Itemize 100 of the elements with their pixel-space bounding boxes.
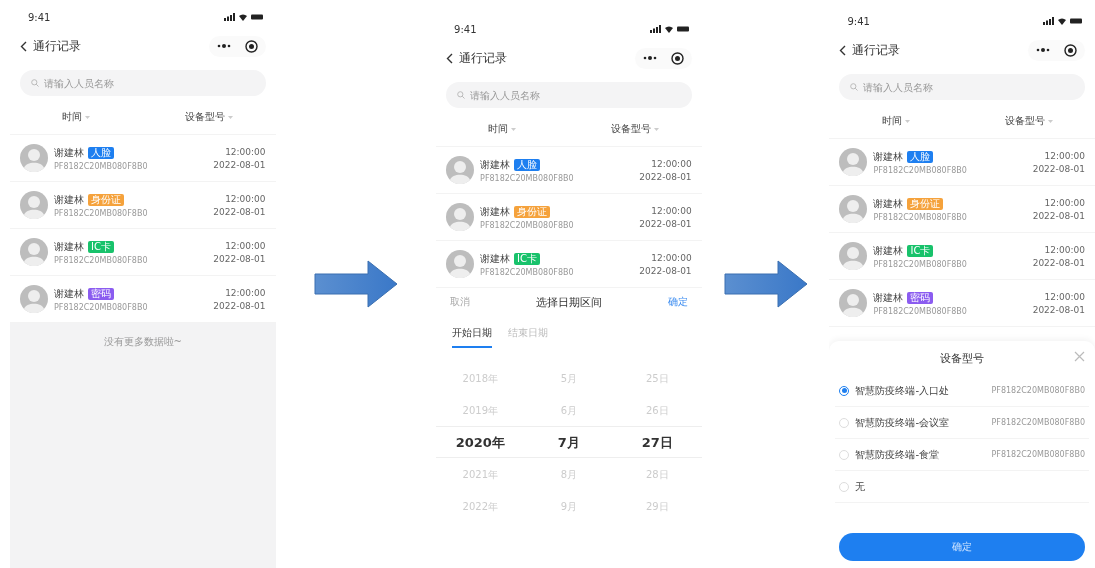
avatar-icon (446, 203, 475, 231)
caret-icon (904, 119, 910, 123)
caret-icon (85, 115, 91, 119)
close-icon (1074, 351, 1085, 362)
more-icon[interactable] (642, 56, 657, 60)
method-tag: 密码 (907, 291, 934, 304)
record-time: 12:00:00 (1044, 291, 1085, 302)
filter-dropdown[interactable]: 时间 (10, 109, 143, 125)
caret-icon (1047, 119, 1053, 123)
caret-icon (511, 127, 517, 131)
record-date: 2022-08-01 (639, 171, 692, 182)
device-id: PF8182C20MB080F8B0 (873, 212, 968, 222)
sheet-title: 选择日期区间 (535, 294, 602, 310)
record-time: 12:00:00 (225, 287, 266, 298)
record-row[interactable]: 谢建林 IC卡 PF8182C20MB080F8B0 12:00:00 2022-08-01 (829, 233, 1095, 280)
back-icon[interactable] (20, 40, 27, 52)
filter-dropdown[interactable]: 设备型号 (568, 121, 702, 137)
wheel-option[interactable]: 27日 (613, 426, 702, 458)
status-icons (649, 25, 690, 33)
avatar-icon (839, 289, 868, 317)
device-id: PF8182C20MB080F8B0 (873, 259, 968, 269)
record-row[interactable]: 谢建林 人脸 PF8182C20MB080F8B0 12:00:00 2022-08-01 (436, 147, 702, 194)
record-date: 2022-08-01 (639, 265, 692, 276)
right-arrow-icon (313, 260, 398, 308)
device-id: PF8182C20MB080F8B0 (873, 165, 968, 175)
device-id: PF8182C20MB080F8B0 (54, 208, 149, 218)
person-name: 谢建林 (873, 290, 904, 305)
method-tag: 身份证 (88, 193, 124, 206)
record-date: 2022-08-01 (1032, 304, 1085, 315)
option-label: 智慧防疫终端-会议室 (855, 415, 951, 430)
wheel-option[interactable]: 7月 (524, 426, 614, 458)
option-label: 智慧防疫终端-入口处 (855, 383, 951, 398)
status-icons (223, 13, 264, 21)
search-field[interactable]: 请输入人员名称 (839, 74, 1085, 100)
more-icon[interactable] (216, 44, 231, 48)
record-row[interactable]: 谢建林 人脸 PF8182C20MB080F8B0 12:00:00 2022-08-01 (829, 139, 1095, 186)
avatar-icon (839, 195, 868, 223)
person-name: 谢建林 (873, 243, 904, 258)
filter-dropdown[interactable]: 设备型号 (142, 109, 276, 125)
device-option[interactable]: 无 (835, 471, 1089, 503)
record-date: 2022-08-01 (1032, 257, 1085, 268)
status-icons (1043, 17, 1083, 25)
method-tag: 人脸 (907, 150, 934, 163)
method-tag: IC卡 (88, 240, 114, 253)
page-title: 通行记录 (459, 49, 509, 67)
record-date: 2022-08-01 (213, 206, 266, 217)
option-label: 智慧防疫终端-食堂 (855, 447, 941, 462)
target-icon[interactable] (1064, 43, 1077, 57)
method-tag: IC卡 (907, 244, 934, 257)
device-option[interactable]: 智慧防疫终端-会议室 PF8182C20MB080F8B0 (835, 407, 1089, 439)
method-tag: 密码 (88, 287, 114, 300)
date-tab[interactable]: 开始日期 (452, 322, 493, 348)
wheel-option[interactable]: 2020年 (436, 426, 525, 458)
search-field[interactable]: 请输入人员名称 (446, 82, 692, 108)
record-time: 12:00:00 (225, 240, 266, 251)
search-field[interactable]: 请输入人员名称 (20, 70, 266, 96)
record-time: 12:00:00 (651, 205, 692, 216)
more-icon[interactable] (1036, 48, 1050, 52)
status-time: 9:41 (28, 11, 51, 23)
right-arrow-icon (723, 260, 808, 308)
device-option[interactable]: 智慧防疫终端-入口处 PF8182C20MB080F8B0 (835, 375, 1089, 407)
device-id: PF8182C20MB080F8B0 (54, 255, 149, 265)
person-name: 谢建林 (54, 239, 84, 254)
record-row[interactable]: 谢建林 人脸 PF8182C20MB080F8B0 12:00:00 2022-08-01 (10, 135, 276, 182)
page-title: 通行记录 (852, 41, 902, 59)
record-date: 2022-08-01 (213, 253, 266, 264)
record-time: 12:00:00 (225, 146, 266, 157)
record-row[interactable]: 谢建林 身份证 PF8182C20MB080F8B0 12:00:00 2022-08-01 (10, 182, 276, 229)
target-icon[interactable] (670, 51, 684, 65)
page-title: 通行记录 (33, 37, 82, 55)
record-time: 12:00:00 (651, 252, 692, 263)
back-icon[interactable] (446, 52, 454, 64)
status-time: 9:41 (454, 23, 477, 35)
search-icon (850, 83, 859, 91)
avatar-icon (20, 144, 48, 172)
avatar-icon (446, 156, 475, 184)
caret-icon (228, 115, 234, 119)
person-name: 谢建林 (480, 251, 511, 266)
filter-dropdown[interactable]: 设备型号 (962, 113, 1095, 129)
avatar-icon (20, 191, 48, 219)
record-date: 2022-08-01 (1032, 163, 1085, 174)
back-icon[interactable] (839, 44, 847, 56)
filter-dropdown[interactable]: 时间 (436, 121, 569, 137)
device-option[interactable]: 智慧防疫终端-食堂 PF8182C20MB080F8B0 (835, 439, 1089, 471)
method-tag: 人脸 (514, 158, 541, 171)
record-row[interactable]: 谢建林 IC卡 PF8182C20MB080F8B0 12:00:00 2022-08-01 (10, 229, 276, 276)
device-id: PF8182C20MB080F8B0 (480, 220, 575, 230)
avatar-icon (446, 250, 475, 278)
confirm-button[interactable]: 确定 (667, 295, 688, 309)
filter-dropdown[interactable]: 时间 (829, 113, 963, 129)
no-more-data-text: 没有更多数据啦~ (103, 335, 182, 349)
method-tag: 身份证 (907, 197, 944, 210)
person-name: 谢建林 (54, 286, 84, 301)
method-tag: 人脸 (88, 146, 114, 159)
record-row[interactable]: 谢建林 密码 PF8182C20MB080F8B0 12:00:00 2022-08-01 (829, 280, 1095, 327)
person-name: 谢建林 (873, 149, 904, 164)
target-icon[interactable] (244, 39, 258, 53)
method-tag: 身份证 (514, 205, 551, 218)
record-row[interactable]: 谢建林 身份证 PF8182C20MB080F8B0 12:00:00 2022-08-01 (829, 186, 1095, 233)
record-row[interactable]: 谢建林 身份证 PF8182C20MB080F8B0 12:00:00 2022-08-01 (436, 194, 702, 241)
